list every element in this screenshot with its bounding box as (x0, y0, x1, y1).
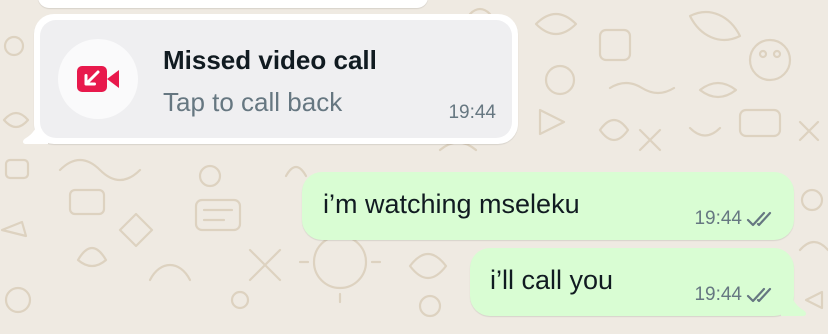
previous-message-bubble (38, 0, 428, 8)
bubble-tail (781, 290, 806, 316)
outgoing-message[interactable]: i’ll call you 19:44 (470, 248, 806, 316)
message-time: 19:44 (694, 284, 742, 305)
missed-call-card[interactable]: Missed video call Tap to call back 19:44 (40, 20, 512, 138)
message-time: 19:44 (694, 208, 742, 229)
missed-call-bubble[interactable]: Missed video call Tap to call back 19:44 (23, 14, 518, 144)
message-meta: 19:44 (694, 208, 778, 230)
outgoing-message[interactable]: i’m watching mseleku 19:44 (302, 172, 794, 240)
double-check-icon (746, 287, 772, 303)
double-check-icon (746, 211, 772, 227)
message-meta: 19:44 (694, 284, 778, 306)
missed-video-call-icon (58, 39, 138, 119)
missed-call-title: Missed video call (163, 45, 377, 75)
message-text: i’ll call you (490, 264, 614, 295)
call-back-hint[interactable]: Tap to call back (163, 87, 342, 118)
message-text: i’m watching mseleku (323, 188, 580, 219)
missed-call-time: 19:44 (448, 102, 496, 123)
